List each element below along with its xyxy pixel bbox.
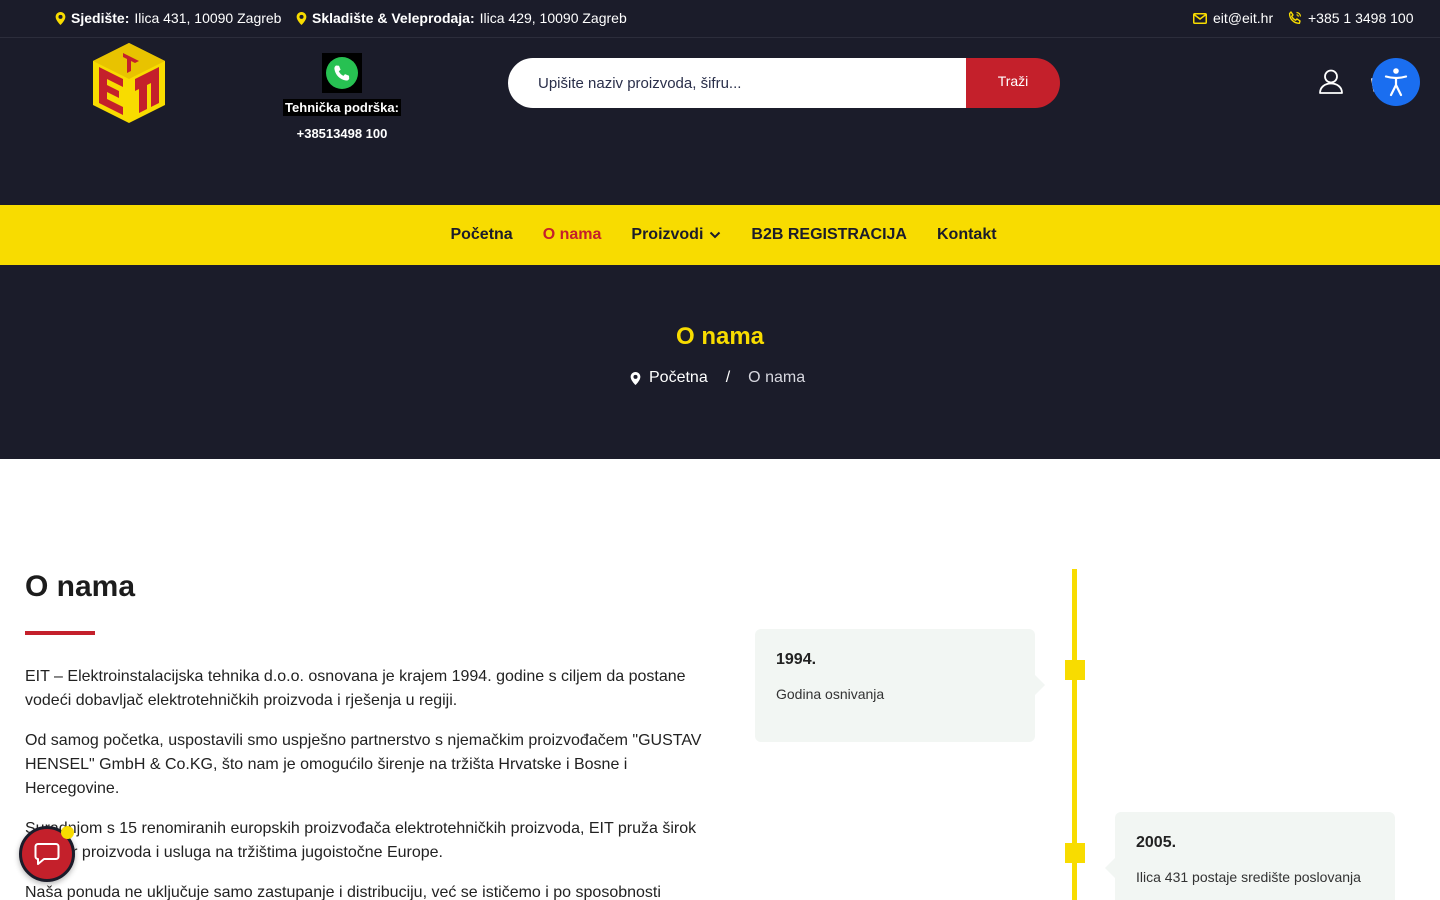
page-title-banner: O nama Početna / O nama bbox=[0, 265, 1440, 459]
headquarters-label: Sjedište: bbox=[71, 10, 130, 26]
about-paragraph: Od samog početka, uspostavili smo uspješ… bbox=[25, 732, 702, 797]
map-pin-icon bbox=[630, 371, 641, 385]
nav-item-kontakt[interactable]: Kontakt bbox=[937, 226, 997, 244]
about-paragraph: EIT – Elektroinstalacijska tehnika d.o.o… bbox=[25, 668, 686, 709]
nav-item-label: O nama bbox=[542, 226, 602, 243]
phone-icon bbox=[1288, 11, 1302, 25]
accessibility-icon bbox=[1384, 68, 1408, 97]
chat-bubble-icon bbox=[34, 843, 60, 865]
about-paragraph: Suradnjom s 15 renomiranih europskih pro… bbox=[25, 820, 697, 861]
support-phone-number[interactable]: +38513498 100 bbox=[278, 126, 406, 141]
breadcrumb-separator: / bbox=[725, 369, 731, 386]
map-pin-icon bbox=[296, 11, 307, 25]
breadcrumb-current: O nama bbox=[748, 369, 806, 386]
support-label: Tehnička podrška: bbox=[283, 99, 401, 116]
accessibility-button[interactable] bbox=[1372, 58, 1420, 106]
warehouse-info: Skladište & Veleprodaja: Ilica 429, 1009… bbox=[296, 10, 627, 26]
email-link[interactable]: eit@eit.hr bbox=[1193, 10, 1273, 26]
nav-item-proizvodi[interactable]: Proizvodi bbox=[631, 226, 721, 244]
main-navigation: Početna O nama Proizvodi B2B REGISTRACIJ… bbox=[0, 205, 1440, 265]
whatsapp-phone-icon bbox=[326, 57, 358, 89]
about-heading: O nama bbox=[25, 570, 136, 603]
technical-support: Tehnička podrška: +38513498 100 bbox=[278, 53, 406, 141]
product-search: Traži bbox=[508, 58, 1060, 108]
site-header: Tehnička podrška: +38513498 100 Traži 0 bbox=[0, 38, 1440, 205]
nav-item-label: Kontakt bbox=[936, 226, 997, 243]
nav-item-label: B2B REGISTRACIJA bbox=[751, 226, 907, 243]
search-button[interactable]: Traži bbox=[966, 58, 1060, 108]
warehouse-address: Ilica 429, 10090 Zagreb bbox=[479, 10, 627, 26]
about-paragraph: Naša ponuda ne uključuje samo zastupanje… bbox=[25, 884, 661, 900]
search-input[interactable] bbox=[508, 58, 966, 108]
timeline-description: Ilica 431 postaje središte poslovanja bbox=[1136, 869, 1361, 885]
timeline-marker bbox=[1065, 843, 1085, 863]
timeline-year: 2005. bbox=[1136, 834, 1177, 851]
timeline-marker bbox=[1065, 660, 1085, 680]
warehouse-label: Skladište & Veleprodaja: bbox=[312, 10, 475, 26]
top-info-bar: Sjedište: Ilica 431, 10090 Zagreb Skladi… bbox=[0, 0, 1440, 38]
nav-item-label: Početna bbox=[450, 226, 513, 243]
nav-item-b2b-registracija[interactable]: B2B REGISTRACIJA bbox=[751, 226, 907, 244]
support-phone-badge bbox=[322, 53, 362, 93]
timeline-description: Godina osnivanja bbox=[776, 686, 885, 702]
chat-notification-dot bbox=[61, 826, 74, 839]
nav-item-label: Proizvodi bbox=[631, 226, 704, 243]
timeline-card-2005: 2005. Ilica 431 postaje središte poslova… bbox=[1105, 812, 1395, 900]
breadcrumb-home-link[interactable]: Početna bbox=[649, 369, 708, 387]
headquarters-info: Sjedište: Ilica 431, 10090 Zagreb bbox=[55, 10, 281, 26]
phone-text: +385 1 3498 100 bbox=[1308, 10, 1414, 26]
envelope-icon bbox=[1193, 12, 1207, 24]
map-pin-icon bbox=[55, 11, 66, 25]
chevron-down-icon bbox=[710, 231, 721, 239]
eit-logo[interactable] bbox=[93, 43, 165, 123]
timeline-card-1994: 1994. Godina osnivanja bbox=[755, 629, 1045, 742]
page-title: O nama bbox=[675, 323, 765, 350]
timeline-year: 1994. bbox=[776, 651, 817, 668]
nav-item-pocetna[interactable]: Početna bbox=[450, 226, 512, 244]
breadcrumb: Početna / O nama bbox=[630, 369, 805, 387]
heading-underline bbox=[25, 631, 95, 635]
phone-link[interactable]: +385 1 3498 100 bbox=[1288, 10, 1414, 26]
headquarters-address: Ilica 431, 10090 Zagreb bbox=[134, 10, 282, 26]
email-text: eit@eit.hr bbox=[1213, 10, 1274, 26]
nav-item-o-nama[interactable]: O nama bbox=[543, 226, 602, 244]
user-account-icon[interactable] bbox=[1318, 68, 1344, 94]
